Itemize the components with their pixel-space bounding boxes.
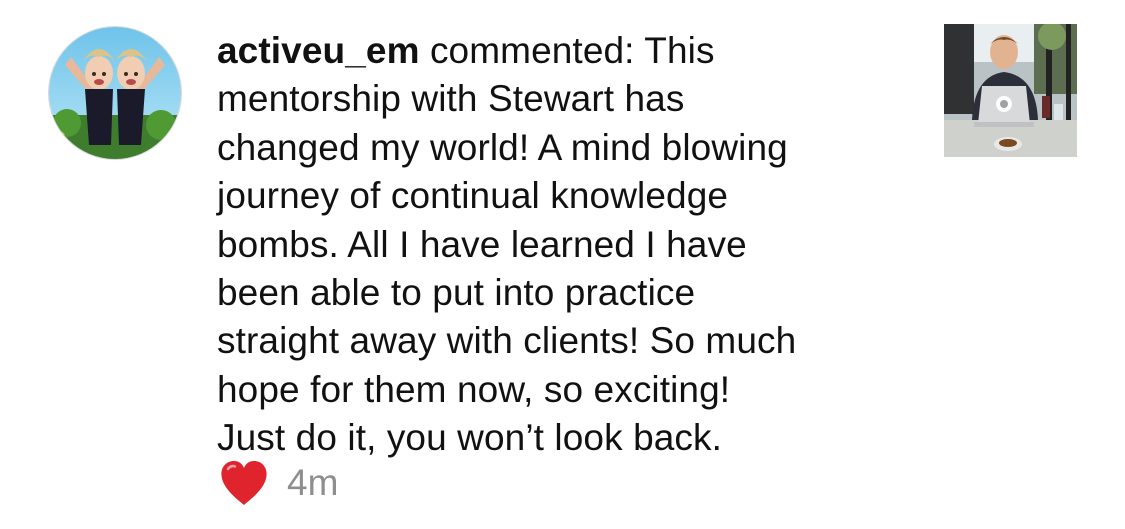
comment-body: This mentorship with Stewart has changed… bbox=[217, 30, 797, 459]
comment-timestamp: 4m bbox=[287, 462, 339, 503]
avatar-image bbox=[49, 27, 181, 159]
comment-meta: 4m bbox=[219, 457, 338, 509]
comment-text: activeu_em commented: This mentorship wi… bbox=[217, 27, 917, 463]
post-thumbnail-image bbox=[944, 24, 1077, 157]
heart-icon[interactable] bbox=[219, 459, 269, 507]
comment-username[interactable]: activeu_em bbox=[217, 30, 420, 71]
profile-avatar[interactable] bbox=[48, 26, 182, 160]
comment-notification: activeu_em commented: This mentorship wi… bbox=[0, 0, 1125, 529]
comment-action: commented: bbox=[419, 30, 645, 71]
post-thumbnail[interactable] bbox=[944, 24, 1077, 157]
comment-content: activeu_em commented: This mentorship wi… bbox=[217, 27, 917, 463]
